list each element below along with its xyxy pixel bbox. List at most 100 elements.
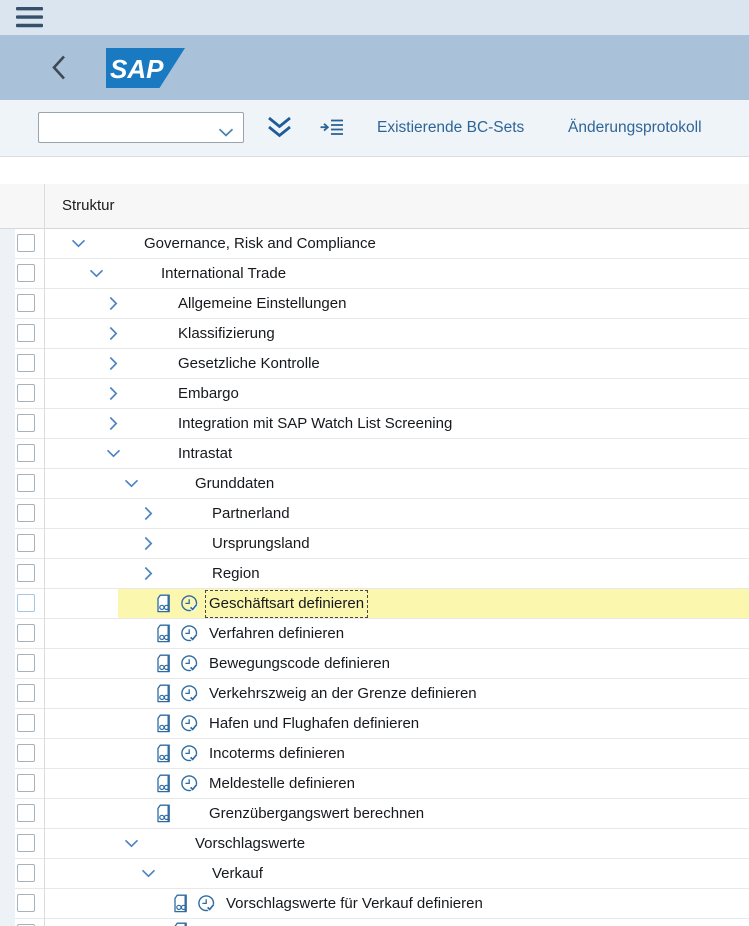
tree-item-label[interactable]: Meldestelle definieren bbox=[205, 770, 359, 798]
tree-row[interactable]: Region bbox=[0, 559, 749, 589]
back-button[interactable] bbox=[50, 54, 68, 81]
execute-activity-icon[interactable] bbox=[197, 894, 216, 913]
row-checkbox[interactable] bbox=[17, 294, 35, 312]
tree-row[interactable]: Vorschlagswerte bbox=[0, 829, 749, 859]
documentation-icon[interactable] bbox=[172, 922, 190, 926]
tree-item-label[interactable]: Verkehrszweig an der Grenze definieren bbox=[205, 680, 481, 708]
tree-item-label[interactable]: Intrastat bbox=[174, 440, 236, 468]
tree-row[interactable]: Klassifizierung bbox=[0, 319, 749, 349]
row-checkbox[interactable] bbox=[17, 444, 35, 462]
chevron-right-icon[interactable] bbox=[109, 386, 118, 401]
tree-item-label[interactable]: Verfahren definieren bbox=[205, 620, 348, 648]
row-checkbox[interactable] bbox=[17, 384, 35, 402]
documentation-icon[interactable] bbox=[172, 894, 190, 913]
tree-row[interactable]: Grunddaten bbox=[0, 469, 749, 499]
tree-row[interactable]: Incoterms definieren bbox=[0, 739, 749, 769]
tree-item-label[interactable]: Incoterms definieren bbox=[205, 740, 349, 768]
tree-row[interactable]: Vorschlagswerte für Verkauf definieren bbox=[0, 889, 749, 919]
documentation-icon[interactable] bbox=[155, 624, 173, 643]
tree-item-label[interactable]: Hafen und Flughafen definieren bbox=[205, 710, 423, 738]
tree-row[interactable]: Ursprungsland bbox=[0, 529, 749, 559]
execute-activity-icon[interactable] bbox=[180, 684, 199, 703]
chevron-right-icon[interactable] bbox=[109, 356, 118, 371]
row-checkbox[interactable] bbox=[17, 324, 35, 342]
chevron-right-icon[interactable] bbox=[109, 416, 118, 431]
execute-activity-icon[interactable] bbox=[180, 594, 199, 613]
row-checkbox[interactable] bbox=[17, 684, 35, 702]
search-combobox[interactable] bbox=[38, 112, 244, 143]
tree-row[interactable]: Embargo bbox=[0, 379, 749, 409]
row-checkbox[interactable] bbox=[17, 534, 35, 552]
row-checkbox[interactable] bbox=[17, 654, 35, 672]
row-checkbox[interactable] bbox=[17, 834, 35, 852]
tree-item-label[interactable]: Integration mit SAP Watch List Screening bbox=[174, 410, 456, 438]
execute-activity-icon[interactable] bbox=[180, 624, 199, 643]
search-combobox-input[interactable] bbox=[45, 115, 217, 141]
tree-item-label[interactable]: Bewegungscode definieren bbox=[205, 650, 394, 678]
tree-item-label[interactable]: Vorschlagswerte bbox=[191, 830, 309, 858]
row-checkbox[interactable] bbox=[17, 804, 35, 822]
tree-row[interactable]: Grenzübergangswert berechnen bbox=[0, 799, 749, 829]
row-checkbox[interactable] bbox=[17, 414, 35, 432]
tree-row[interactable]: Verkauf bbox=[0, 859, 749, 889]
row-checkbox[interactable] bbox=[17, 714, 35, 732]
tree-item-label[interactable]: Grenzübergangswert berechnen bbox=[205, 800, 428, 828]
tree-item-label[interactable]: Klassifizierung bbox=[174, 320, 279, 348]
row-checkbox[interactable] bbox=[17, 744, 35, 762]
row-checkbox[interactable] bbox=[17, 234, 35, 252]
chevron-right-icon[interactable] bbox=[144, 506, 153, 521]
tree-row[interactable]: Bewegungscode definieren bbox=[0, 649, 749, 679]
tree-row[interactable]: Verkehrszweig an der Grenze definieren bbox=[0, 679, 749, 709]
chevron-down-icon[interactable] bbox=[218, 124, 234, 142]
documentation-icon[interactable] bbox=[155, 594, 173, 613]
chevron-down-icon[interactable] bbox=[71, 239, 86, 248]
tree-item-label[interactable]: International Trade bbox=[157, 260, 290, 288]
tree-row[interactable]: Partnerland bbox=[0, 499, 749, 529]
tree-row[interactable]: Allgemeine Einstellungen bbox=[0, 289, 749, 319]
chevron-down-icon[interactable] bbox=[124, 839, 139, 848]
execute-activity-icon[interactable] bbox=[180, 774, 199, 793]
row-checkbox[interactable] bbox=[17, 504, 35, 522]
position-button[interactable] bbox=[320, 117, 344, 142]
tree-item-label[interactable]: Governance, Risk and Compliance bbox=[140, 230, 380, 258]
chevron-right-icon[interactable] bbox=[144, 536, 153, 551]
tree-row[interactable]: Hafen und Flughafen definieren bbox=[0, 709, 749, 739]
row-checkbox[interactable] bbox=[17, 564, 35, 582]
chevron-down-icon[interactable] bbox=[106, 449, 121, 458]
row-checkbox[interactable] bbox=[17, 264, 35, 282]
chevron-right-icon[interactable] bbox=[144, 566, 153, 581]
tree-row[interactable]: Verfahren definieren bbox=[0, 619, 749, 649]
documentation-icon[interactable] bbox=[155, 684, 173, 703]
menu-button[interactable] bbox=[16, 7, 43, 28]
tree-row[interactable]: Geschäftsart definieren bbox=[0, 589, 749, 619]
tree-item-label[interactable]: Allgemeine Einstellungen bbox=[174, 290, 350, 318]
documentation-icon[interactable] bbox=[155, 774, 173, 793]
execute-activity-icon[interactable] bbox=[180, 744, 199, 763]
chevron-down-icon[interactable] bbox=[89, 269, 104, 278]
tree-item-label[interactable]: Verkauf bbox=[208, 860, 267, 888]
row-checkbox[interactable] bbox=[17, 894, 35, 912]
tree-row[interactable]: Meldestelle definieren bbox=[0, 769, 749, 799]
tree-row[interactable] bbox=[0, 919, 749, 926]
tree-item-label[interactable]: Ursprungsland bbox=[208, 530, 314, 558]
tree-row[interactable]: International Trade bbox=[0, 259, 749, 289]
row-checkbox[interactable] bbox=[17, 354, 35, 372]
execute-activity-icon[interactable] bbox=[180, 714, 199, 733]
tree-row[interactable]: Governance, Risk and Compliance bbox=[0, 229, 749, 259]
tree-item-label[interactable]: Geschäftsart definieren bbox=[205, 590, 368, 618]
row-checkbox[interactable] bbox=[17, 774, 35, 792]
tree-row[interactable]: Gesetzliche Kontrolle bbox=[0, 349, 749, 379]
expand-all-button[interactable] bbox=[265, 115, 294, 144]
tree-item-label[interactable]: Gesetzliche Kontrolle bbox=[174, 350, 324, 378]
tree-item-label[interactable]: Partnerland bbox=[208, 500, 294, 528]
tree-item-label[interactable]: Vorschlagswerte für Verkauf definieren bbox=[222, 890, 487, 918]
row-checkbox[interactable] bbox=[17, 594, 35, 612]
documentation-icon[interactable] bbox=[155, 714, 173, 733]
chevron-right-icon[interactable] bbox=[109, 296, 118, 311]
existing-bc-sets-button[interactable]: Existierende BC-Sets bbox=[377, 100, 524, 156]
row-checkbox[interactable] bbox=[17, 474, 35, 492]
documentation-icon[interactable] bbox=[155, 804, 173, 823]
row-checkbox[interactable] bbox=[17, 864, 35, 882]
documentation-icon[interactable] bbox=[155, 744, 173, 763]
tree-row[interactable]: Integration mit SAP Watch List Screening bbox=[0, 409, 749, 439]
